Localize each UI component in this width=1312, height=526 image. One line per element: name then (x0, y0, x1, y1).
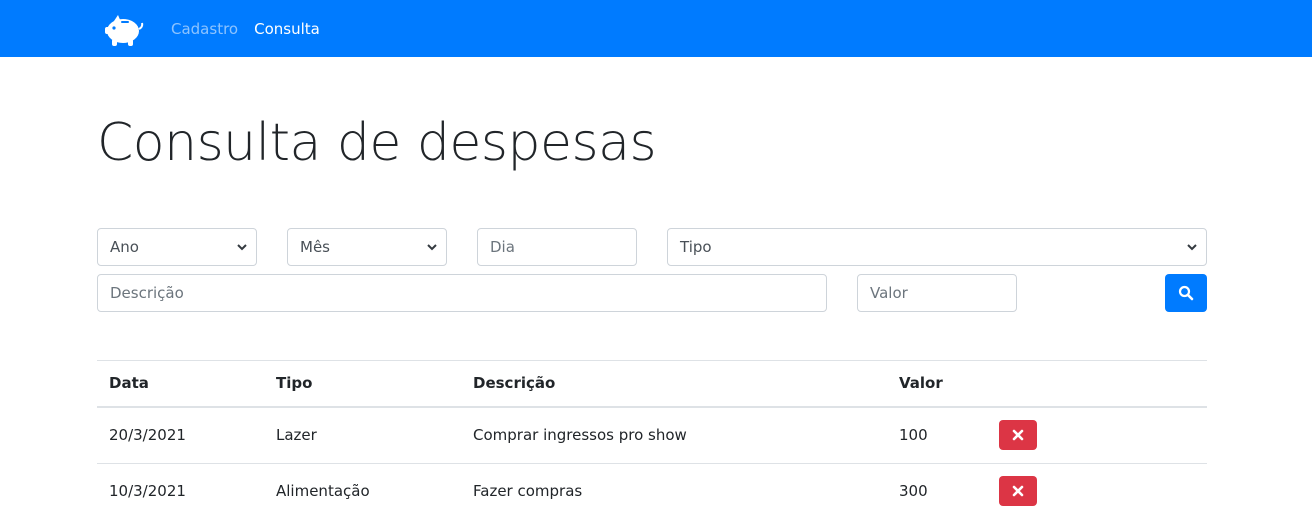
chevron-down-icon (237, 244, 247, 251)
chevron-down-icon (427, 244, 437, 251)
table-row: 20/3/2021 Lazer Comprar ingressos pro sh… (97, 406, 1207, 464)
cell-data: 20/3/2021 (97, 406, 264, 464)
header-valor: Valor (887, 360, 987, 408)
close-icon (1012, 485, 1024, 497)
header-tipo: Tipo (264, 360, 461, 408)
descricao-placeholder: Descrição (110, 284, 184, 302)
dia-placeholder: Dia (490, 238, 515, 256)
table-header-row: Data Tipo Descrição Valor (97, 360, 1207, 408)
ano-select-value: Ano (110, 238, 139, 256)
cell-data: 10/3/2021 (109, 482, 186, 500)
delete-button[interactable] (999, 476, 1037, 506)
cell-actions (987, 406, 1207, 464)
header-actions (987, 360, 1207, 408)
page-title: Consulta de despesas (97, 113, 657, 173)
nav-link-consulta[interactable]: Consulta (254, 20, 320, 38)
cell-actions (987, 463, 1207, 519)
chevron-down-icon (1187, 244, 1197, 251)
table-row: 10/3/2021 Alimentação Fazer compras 300 (97, 463, 1207, 519)
mes-select[interactable]: Mês (287, 228, 447, 266)
close-icon (1012, 429, 1024, 441)
header-descricao: Descrição (461, 360, 887, 408)
tipo-select[interactable]: Tipo (667, 228, 1207, 266)
cell-descricao: Comprar ingressos pro show (461, 406, 887, 464)
cell-tipo: Lazer (264, 406, 461, 464)
delete-button[interactable] (999, 420, 1037, 450)
tipo-select-value: Tipo (680, 238, 712, 256)
cell-descricao: Fazer compras (473, 482, 583, 500)
cell-valor: 100 (887, 406, 987, 464)
valor-input[interactable]: Valor (857, 274, 1017, 312)
mes-select-value: Mês (300, 238, 330, 256)
header-data: Data (97, 360, 264, 408)
valor-placeholder: Valor (870, 284, 908, 302)
top-navbar: Cadastro Consulta (0, 0, 1312, 57)
search-icon (1178, 285, 1194, 301)
piggy-bank-icon[interactable] (102, 10, 144, 48)
cell-valor: 300 (899, 482, 928, 500)
expenses-table: Data Tipo Descrição Valor 20/3/2021 Laze… (97, 360, 1207, 519)
dia-input[interactable]: Dia (477, 228, 637, 266)
cell-tipo: Alimentação (276, 482, 370, 500)
descricao-input[interactable]: Descrição (97, 274, 827, 312)
ano-select[interactable]: Ano (97, 228, 257, 266)
search-button[interactable] (1165, 274, 1207, 312)
nav-link-cadastro[interactable]: Cadastro (171, 20, 238, 38)
